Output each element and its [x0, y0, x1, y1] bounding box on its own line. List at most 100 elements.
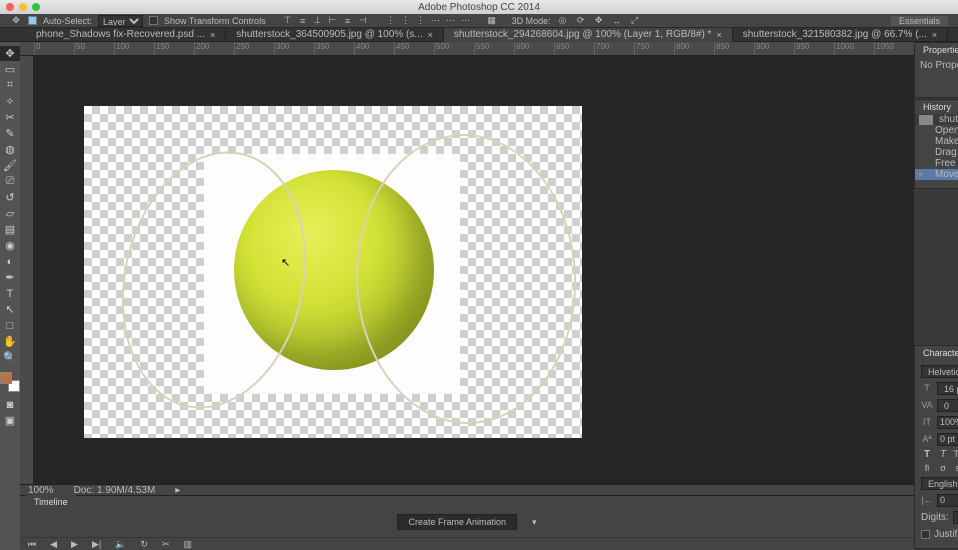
minimize-window-button[interactable]: [19, 3, 27, 11]
distribute-right-icon[interactable]: ⋯: [460, 15, 472, 27]
transition-button[interactable]: ▥: [184, 539, 193, 550]
first-frame-button[interactable]: ⏮: [28, 539, 36, 550]
track-icon2: |←: [921, 495, 933, 505]
magic-wand-tool[interactable]: ✧: [0, 94, 20, 109]
close-tab-icon[interactable]: ×: [932, 30, 937, 40]
allcaps-button[interactable]: TT: [953, 449, 958, 460]
font-family-select[interactable]: Helvetica Neue W...: [921, 365, 958, 378]
distribute-bottom-icon[interactable]: ⋮: [415, 15, 427, 27]
distribute-top-icon[interactable]: ⋮: [385, 15, 397, 27]
bold-button[interactable]: T: [921, 449, 933, 460]
properties-tab[interactable]: Properties: [915, 43, 958, 57]
font-size-select[interactable]: 16 pt: [937, 382, 958, 395]
distribute-hcenter-icon[interactable]: ⋯: [445, 15, 457, 27]
zoom-tool[interactable]: 🔍: [0, 350, 20, 365]
rectangle-tool[interactable]: □: [0, 318, 20, 333]
timeline-dropdown-icon[interactable]: ▾: [532, 517, 537, 528]
digits-label: Digits:: [921, 512, 949, 523]
italic-button[interactable]: T: [937, 449, 949, 460]
show-transform-checkbox[interactable]: [149, 16, 158, 25]
document-tab-0[interactable]: phone_Shadows fix-Recovered.psd ...×: [26, 28, 226, 42]
auto-select-checkbox[interactable]: [28, 16, 37, 25]
baseline-input[interactable]: [937, 433, 958, 446]
play-button[interactable]: ▶: [71, 539, 78, 550]
history-step[interactable]: ▸Move: [915, 169, 958, 180]
clone-stamp-tool[interactable]: ⎚: [0, 174, 20, 189]
create-frame-animation-button[interactable]: Create Frame Animation: [397, 514, 517, 530]
quick-mask-toggle[interactable]: ◙: [0, 397, 20, 412]
auto-select-label: Auto-Select:: [43, 16, 92, 26]
ligatures-button[interactable]: fi: [921, 463, 933, 473]
history-step[interactable]: Drag Layer: [915, 147, 958, 158]
gradient-tool[interactable]: ▤: [0, 222, 20, 237]
history-tab[interactable]: History: [915, 100, 958, 114]
align-bottom-icon[interactable]: ⊥: [312, 15, 324, 27]
close-window-button[interactable]: [6, 3, 14, 11]
rectangular-marquee-tool[interactable]: ▭: [0, 62, 20, 77]
3d-orbit-icon[interactable]: ◎: [557, 15, 569, 27]
document-tab-1[interactable]: shutterstock_364500905.jpg @ 100% (s...×: [226, 28, 444, 42]
timeline-tab[interactable]: Timeline: [26, 495, 76, 509]
align-left-icon[interactable]: ⊢: [327, 15, 339, 27]
document-tab-2[interactable]: shutterstock_294268604.jpg @ 100% (Layer…: [444, 28, 733, 42]
pen-tool[interactable]: ✒: [0, 270, 20, 285]
align-vcenter-icon[interactable]: ≡: [297, 15, 309, 27]
3d-slide-icon[interactable]: ↔: [611, 15, 623, 27]
align-top-icon[interactable]: ⊤: [282, 15, 294, 27]
stylistic-button[interactable]: st: [953, 463, 958, 473]
character-tab[interactable]: Character: [915, 346, 958, 360]
move-tool[interactable]: ✥: [0, 46, 20, 61]
language-select[interactable]: English: UK: [921, 477, 958, 490]
split-button[interactable]: ✂: [162, 539, 170, 550]
color-swatches[interactable]: [0, 372, 20, 392]
canvas-viewport[interactable]: ↖: [34, 56, 914, 484]
3d-roll-icon[interactable]: ⟳: [575, 15, 587, 27]
healing-brush-tool[interactable]: ◍: [0, 142, 20, 157]
document-canvas[interactable]: ↖: [84, 106, 582, 438]
workspace-switcher[interactable]: Essentials: [891, 16, 948, 26]
history-state-icon: ▸: [919, 169, 929, 180]
screen-mode-toggle[interactable]: ▣: [0, 413, 20, 428]
brush-tool[interactable]: 🖌: [0, 158, 20, 173]
kerning-select[interactable]: 0: [937, 399, 958, 412]
history-brush-tool[interactable]: ↺: [0, 190, 20, 205]
3d-pan-icon[interactable]: ✥: [593, 15, 605, 27]
crop-tool[interactable]: ✂: [0, 110, 20, 125]
dodge-tool[interactable]: ◐: [0, 254, 20, 269]
path-selection-tool[interactable]: ↖: [0, 302, 20, 317]
lasso-tool[interactable]: ⌗: [0, 78, 20, 93]
close-tab-icon[interactable]: ×: [210, 30, 215, 40]
eyedropper-tool[interactable]: ✎: [0, 126, 20, 141]
oldstyle-button[interactable]: σ: [937, 463, 949, 473]
3d-scale-icon[interactable]: ⤢: [629, 15, 641, 27]
vscale-input[interactable]: [937, 416, 958, 429]
status-popup-icon[interactable]: ▸: [175, 485, 180, 496]
zoom-window-button[interactable]: [32, 3, 40, 11]
digits-select[interactable]: Arabic (012...: [953, 511, 958, 524]
blur-tool[interactable]: ◉: [0, 238, 20, 253]
history-step[interactable]: Open: [915, 125, 958, 136]
distribute-left-icon[interactable]: ⋯: [430, 15, 442, 27]
auto-align-icon[interactable]: ▦: [486, 15, 498, 27]
justification-checkbox[interactable]: [921, 530, 930, 539]
align-hcenter-icon[interactable]: ≡: [342, 15, 354, 27]
close-tab-icon[interactable]: ×: [716, 30, 721, 40]
history-step[interactable]: Make Layer: [915, 136, 958, 147]
next-frame-button[interactable]: ▶|: [92, 539, 101, 550]
history-snapshot[interactable]: shutterstock_294268604.jpg: [915, 114, 958, 125]
prev-frame-button[interactable]: ◀: [50, 539, 57, 550]
audio-button[interactable]: 🔈: [115, 539, 126, 550]
image-layer[interactable]: [204, 154, 460, 394]
track-input[interactable]: [937, 494, 958, 507]
loop-button[interactable]: ↻: [140, 539, 148, 550]
hand-tool[interactable]: ✋: [0, 334, 20, 349]
close-tab-icon[interactable]: ×: [428, 30, 433, 40]
align-right-icon[interactable]: ⊣: [357, 15, 369, 27]
eraser-tool[interactable]: ▱: [0, 206, 20, 221]
type-tool[interactable]: T: [0, 286, 20, 301]
document-tab-3[interactable]: shutterstock_321580382.jpg @ 66.7% (...×: [733, 28, 948, 42]
auto-select-mode[interactable]: Layer: [98, 15, 143, 27]
history-step[interactable]: Free Transform: [915, 158, 958, 169]
distribute-vcenter-icon[interactable]: ⋮: [400, 15, 412, 27]
ruler-mark: 250: [234, 42, 274, 55]
